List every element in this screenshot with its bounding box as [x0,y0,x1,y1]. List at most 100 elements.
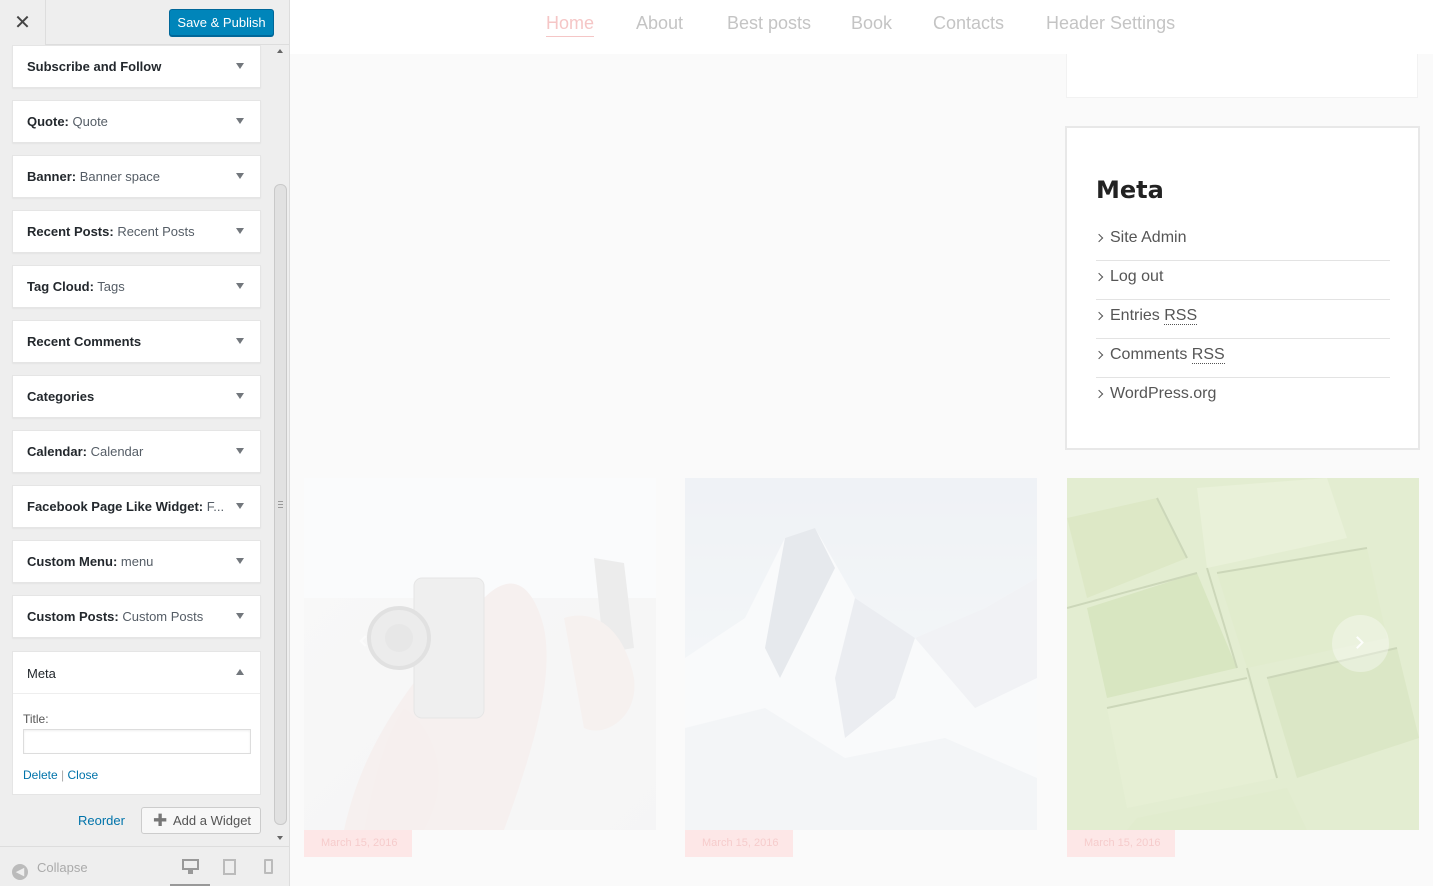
widget-item[interactable]: Categories [12,375,261,418]
meta-link-label: Entries [1110,307,1165,324]
widget-name: Recent Comments [27,334,142,349]
widget-item[interactable]: Banner: Banner space [12,155,261,198]
expand-arrow-icon[interactable] [236,448,244,454]
meta-link-text: WordPress.org [1110,385,1216,403]
widget-item[interactable]: Recent Posts: Recent Posts [12,210,261,253]
collapse-button[interactable]: ◀ Collapse [12,860,88,880]
close-widget-link[interactable]: Close [68,768,99,782]
meta-widget-expanded: Meta Title: Delete | Close [12,651,261,795]
widget-subtitle: Banner space [76,169,160,184]
widget-item[interactable]: Custom Menu: menu [12,540,261,583]
sidebar-scrollbar[interactable] [274,45,287,845]
meta-link-text: Log out [1110,268,1163,286]
meta-link-label: Comments [1110,346,1192,363]
widget-title: Tag Cloud: Tags [27,279,227,294]
widget-name: Subscribe and Follow [27,59,162,74]
widget-title: Subscribe and Follow [27,59,227,74]
widget-actions: Delete | Close [23,768,98,782]
chevron-right-icon [1094,389,1104,399]
meta-widget-header[interactable]: Meta [13,652,260,694]
widget-item[interactable]: Quote: Quote [12,100,261,143]
meta-link[interactable]: Comments RSS [1094,339,1390,378]
post-date-label: March 15, 2016 [1067,830,1175,857]
chevron-right-icon [1094,311,1104,321]
meta-link[interactable]: Site Admin [1094,222,1390,261]
post-date-label: March 15, 2016 [304,830,412,857]
widget-name: Calendar: [27,444,87,459]
expand-arrow-icon[interactable] [236,63,244,69]
meta-link-abbr: RSS [1164,307,1198,325]
tablet-preview-icon[interactable] [223,859,236,875]
desktop-preview-icon[interactable] [182,859,199,874]
widget-title: Custom Menu: menu [27,554,227,569]
widget-item[interactable]: Recent Comments [12,320,261,363]
plus-icon: ✚ [153,811,168,830]
image-fade-overlay [685,478,1037,830]
expand-arrow-icon[interactable] [236,283,244,289]
meta-link-label: Site Admin [1110,229,1187,246]
expand-arrow-icon[interactable] [236,503,244,509]
meta-link[interactable]: Entries RSS [1094,300,1390,339]
expand-arrow-icon[interactable] [236,558,244,564]
nav-item-contacts[interactable]: Contacts [933,13,1004,34]
expand-arrow-icon[interactable] [236,118,244,124]
scroll-thumb[interactable] [274,184,287,825]
widget-subtitle: menu [117,554,154,569]
widget-name: Custom Menu: [27,554,118,569]
widget-title: Quote: Quote [27,114,227,129]
meta-link-abbr: RSS [1191,346,1225,364]
widget-item[interactable]: Calendar: Calendar [12,430,261,473]
collapse-arrow-icon: ◀ [12,864,28,880]
delete-widget-link[interactable]: Delete [23,768,58,782]
widget-title: Recent Comments [27,334,227,349]
nav-item-home[interactable]: Home [546,13,595,37]
reorder-link[interactable]: Reorder [78,813,125,828]
monitor-stand [188,870,193,874]
add-widget-button[interactable]: ✚ Add a Widget [141,807,261,834]
nav-item-about[interactable]: About [636,13,683,34]
widget-item[interactable]: Custom Posts: Custom Posts [12,595,261,638]
widget-title: Custom Posts: Custom Posts [27,609,227,624]
nav-item-header-settings[interactable]: Header Settings [1046,13,1175,34]
close-customizer-button[interactable]: ✕ [0,0,46,45]
expand-arrow-icon[interactable] [236,613,244,619]
slider-next-button[interactable] [1332,615,1389,672]
widget-subtitle: Quote [68,114,108,129]
slider-prev-icon[interactable] [358,634,371,650]
meta-link[interactable]: Log out [1094,261,1390,300]
collapse-label: Collapse [37,860,88,875]
title-input[interactable] [23,729,251,754]
scroll-down-arrow-icon[interactable] [277,836,283,840]
widget-name: Categories [27,389,95,404]
scroll-up-arrow-icon[interactable] [277,49,283,53]
widget-subtitle: Recent Posts [113,224,195,239]
previous-widget-box [1066,54,1418,98]
meta-link[interactable]: WordPress.org [1094,378,1390,417]
collapse-arrow-icon[interactable] [236,669,244,675]
widget-item[interactable]: Facebook Page Like Widget: F... [12,485,261,528]
widget-item[interactable]: Subscribe and Follow [12,45,261,88]
widget-name: Quote: [27,114,69,129]
post-thumbnail-camera[interactable] [304,478,656,830]
widget-title: Calendar: Calendar [27,444,227,459]
widget-name: Facebook Page Like Widget: [27,499,204,514]
meta-widget-heading: Meta [1096,176,1164,204]
chevron-right-icon [1094,272,1104,282]
nav-item-book[interactable]: Book [851,13,892,34]
expand-arrow-icon[interactable] [236,228,244,234]
expand-arrow-icon[interactable] [236,338,244,344]
save-publish-button[interactable]: Save & Publish [169,9,274,36]
nav-item-best-posts[interactable]: Best posts [727,13,811,34]
widget-subtitle: Calendar [86,444,144,459]
meta-link-label: Log out [1110,268,1164,285]
expand-arrow-icon[interactable] [236,173,244,179]
widget-name: Recent Posts: [27,224,114,239]
widget-title: Facebook Page Like Widget: F... [27,499,227,514]
site-navigation: Home About Best posts Book Contacts Header Se… [290,0,1433,54]
post-thumbnail-mountain[interactable] [685,478,1037,830]
mobile-preview-icon[interactable] [264,859,273,874]
chevron-right-icon [1094,233,1104,243]
expand-arrow-icon[interactable] [236,393,244,399]
monitor-screen [182,859,199,870]
widget-item[interactable]: Tag Cloud: Tags [12,265,261,308]
